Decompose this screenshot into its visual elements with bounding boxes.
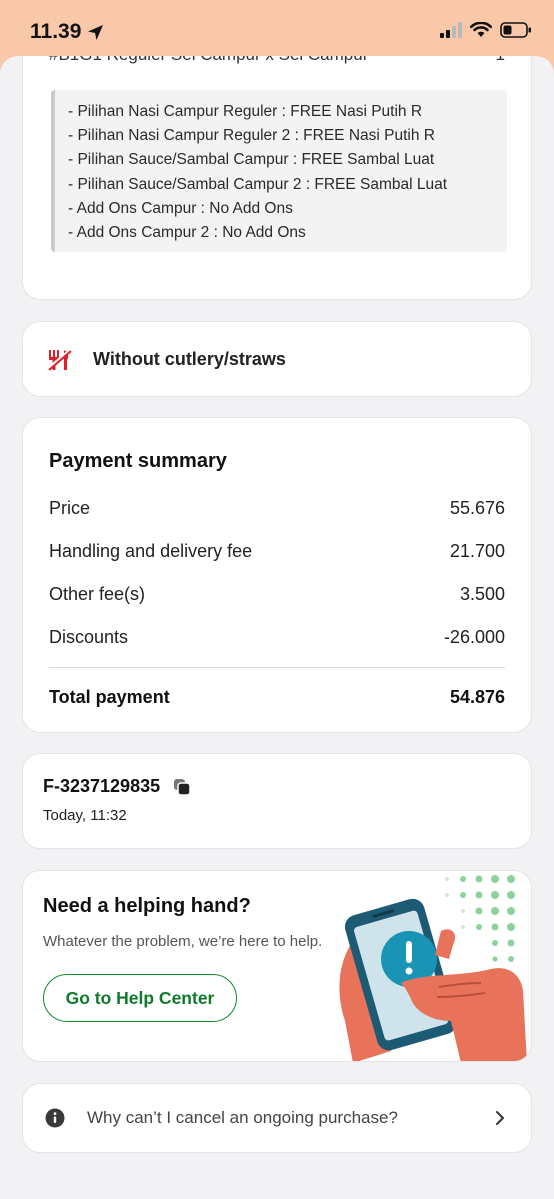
faq-question: Why can’t I cancel an ongoing purchase? [87, 1108, 398, 1127]
total-row: Total payment 54.876 [49, 687, 505, 708]
help-card: Need a helping hand? Whatever the proble… [22, 870, 532, 1062]
row-label: Price [49, 498, 91, 518]
item-note: - Pilihan Sauce/Sambal Campur : FREE Sam… [68, 151, 435, 169]
row-label: Other fee(s) [49, 584, 146, 604]
row-value: -26.000 [443, 627, 505, 647]
row-value: 21.700 [449, 541, 505, 561]
payment-summary-card: Payment summary Price 55.676 Handling an… [22, 417, 532, 733]
status-bar: 11.39 [0, 0, 554, 62]
item-quantity: 1 [496, 56, 505, 65]
faq-cancel-row[interactable]: Why can’t I cancel an ongoing purchase? [22, 1083, 532, 1153]
signal-icon [440, 22, 462, 38]
row-value: 55.676 [449, 498, 505, 518]
item-note: - Add Ons Campur 2 : No Add Ons [68, 224, 306, 242]
item-note: - Pilihan Nasi Campur Reguler : FREE Nas… [68, 103, 423, 120]
clock-text: 11.39 [30, 20, 82, 43]
item-name: #B1G1 Reguler Sei Campur x Sei Campur [49, 56, 368, 65]
order-id-card: F-3237129835 Today, 11:32 [22, 753, 532, 849]
copy-icon[interactable] [172, 777, 192, 797]
item-note: - Pilihan Sauce/Sambal Campur 2 : FREE S… [68, 175, 448, 193]
order-id-text: F-3237129835 [43, 776, 161, 796]
discounts-row: Discounts -26.000 [49, 627, 505, 648]
item-notes: - Pilihan Nasi Campur Reguler : FREE Nas… [51, 90, 507, 252]
order-item-card: #B1G1 Reguler Sei Campur x Sei Campur 1 … [22, 56, 532, 300]
battery-icon [500, 22, 531, 38]
status-icons [440, 22, 532, 38]
order-id: F-3237129835 [43, 776, 192, 797]
payment-summary-title: Payment summary [49, 450, 227, 472]
other-fees-row: Other fee(s) 3.500 [49, 584, 505, 605]
cutlery-card: Without cutlery/straws [22, 321, 532, 397]
row-label: Discounts [49, 627, 129, 647]
help-title: Need a helping hand? [43, 895, 251, 917]
info-icon [45, 1108, 65, 1128]
order-detail-sheet[interactable]: #B1G1 Reguler Sei Campur x Sei Campur 1 … [0, 56, 554, 1199]
status-time: 11.39 [30, 20, 104, 44]
cutlery-label: Without cutlery/straws [93, 348, 286, 369]
chevron-right-icon [496, 1111, 504, 1125]
item-note: - Pilihan Nasi Campur Reguler 2 : FREE N… [68, 127, 435, 145]
no-cutlery-icon [47, 347, 73, 371]
divider [49, 667, 505, 668]
row-value: 3.500 [459, 584, 505, 604]
location-arrow-icon [88, 24, 104, 40]
order-item-title: #B1G1 Reguler Sei Campur x Sei Campur 1 [49, 56, 505, 65]
order-time: Today, 11:32 [43, 807, 127, 824]
total-value: 54.876 [449, 687, 505, 707]
help-center-button[interactable]: Go to Help Center [43, 974, 237, 1022]
wifi-icon [470, 22, 492, 37]
price-row: Price 55.676 [49, 498, 505, 519]
row-label: Handling and delivery fee [49, 541, 253, 561]
delivery-fee-row: Handling and delivery fee 21.700 [49, 541, 505, 562]
help-subtitle: Whatever the problem, we’re here to help… [43, 933, 323, 950]
phone-help-illustration-icon [339, 875, 527, 1061]
total-label: Total payment [49, 687, 170, 707]
item-note: - Add Ons Campur : No Add Ons [68, 199, 293, 217]
